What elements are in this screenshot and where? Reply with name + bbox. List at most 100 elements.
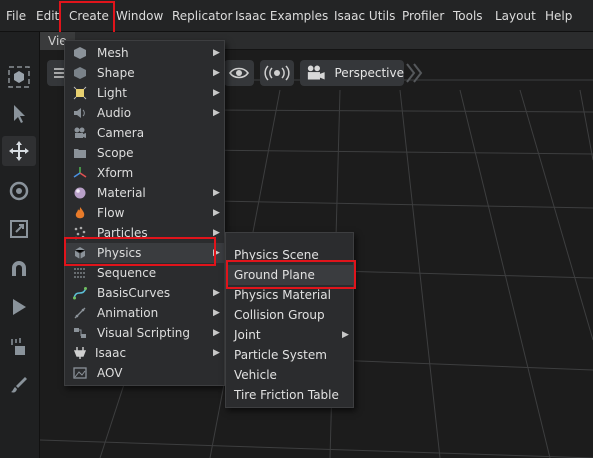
scope-folder-icon [73, 146, 87, 160]
menubar: File Edit Create Window Replicator Isaac… [0, 0, 593, 32]
submenu-arrow-icon: ▶ [213, 288, 220, 298]
submenu-arrow-icon: ▶ [213, 228, 220, 238]
toolbar-overflow-chevron-icon[interactable] [404, 62, 424, 84]
menu-item-scope[interactable]: Scope [65, 143, 224, 163]
menu-item-tire-friction-table[interactable]: Tire Friction Table [226, 385, 353, 405]
menu-item-label: Flow [97, 206, 125, 220]
menu-item-label: AOV [97, 366, 123, 380]
submenu-arrow-icon: ▶ [213, 68, 220, 78]
menu-item-sequence[interactable]: Sequence [65, 263, 224, 283]
menu-item-light[interactable]: Light ▶ [65, 83, 224, 103]
menu-item-label: Shape [97, 66, 135, 80]
select-mode-icon[interactable] [2, 62, 36, 92]
menu-item-physics[interactable]: Physics ▶ [65, 243, 224, 263]
menu-item-animation[interactable]: Animation ▶ [65, 303, 224, 323]
camera-icon [73, 126, 87, 140]
visibility-button[interactable] [224, 60, 254, 86]
menu-item-particle-system[interactable]: Particle System [226, 345, 353, 365]
submenu-arrow-icon: ▶ [213, 108, 220, 118]
menu-item-flow[interactable]: Flow ▶ [65, 203, 224, 223]
submenu-arrow-icon: ▶ [213, 88, 220, 98]
menu-file[interactable]: File [6, 0, 26, 32]
menu-item-joint[interactable]: Joint ▶ [226, 325, 353, 345]
menu-help[interactable]: Help [545, 0, 572, 32]
menu-item-label: Ground Plane [234, 268, 315, 282]
pointer-tool-icon[interactable] [2, 99, 36, 129]
menu-item-physics-material[interactable]: Physics Material [226, 285, 353, 305]
menu-item-label: Animation [97, 306, 159, 320]
physics-drop-icon[interactable] [2, 332, 36, 362]
menu-item-label: Visual Scripting [97, 326, 190, 340]
menu-item-camera[interactable]: Camera [65, 123, 224, 143]
menu-item-audio[interactable]: Audio ▶ [65, 103, 224, 123]
submenu-arrow-icon: ▶ [213, 208, 220, 218]
scale-tool-icon[interactable] [2, 214, 36, 244]
play-icon[interactable] [2, 292, 36, 322]
menu-item-label: Camera [97, 126, 145, 140]
create-menu: Mesh ▶ Shape ▶ Light ▶ Audio ▶ Camera Sc… [64, 40, 225, 386]
sequence-icon [73, 266, 87, 280]
material-icon [73, 186, 87, 200]
basis-curves-icon [73, 286, 87, 300]
menu-item-basiscurves[interactable]: BasisCurves ▶ [65, 283, 224, 303]
menu-tools[interactable]: Tools [453, 0, 483, 32]
menu-item-label: Collision Group [234, 308, 325, 322]
menu-item-material[interactable]: Material ▶ [65, 183, 224, 203]
mesh-icon [73, 46, 87, 60]
menu-item-ground-plane[interactable]: Ground Plane [226, 265, 353, 285]
menu-item-label: Tire Friction Table [234, 388, 339, 402]
camera-label: Perspective [334, 66, 405, 80]
broadcast-icon [264, 65, 290, 81]
paint-brush-icon[interactable] [2, 370, 36, 400]
broadcast-button[interactable] [260, 60, 294, 86]
menu-replicator[interactable]: Replicator [172, 0, 232, 32]
menu-item-label: Physics Scene [234, 248, 319, 262]
particles-icon [73, 226, 87, 240]
menu-item-xform[interactable]: Xform [65, 163, 224, 183]
rotate-tool-icon[interactable] [2, 176, 36, 206]
menu-profiler[interactable]: Profiler [402, 0, 444, 32]
menu-item-label: Physics [97, 246, 142, 260]
submenu-arrow-icon: ▶ [213, 308, 220, 318]
menu-item-collision-group[interactable]: Collision Group [226, 305, 353, 325]
submenu-arrow-icon: ▶ [342, 330, 349, 340]
menu-item-isaac[interactable]: Isaac ▶ [65, 343, 224, 363]
menu-item-label: Vehicle [234, 368, 277, 382]
submenu-arrow-icon: ▶ [213, 48, 220, 58]
menu-item-particles[interactable]: Particles ▶ [65, 223, 224, 243]
move-tool-icon[interactable] [2, 136, 36, 166]
camera-perspective-button[interactable]: Perspective [300, 60, 404, 86]
submenu-arrow-icon: ▶ [213, 348, 220, 358]
movie-camera-icon [307, 65, 325, 80]
menu-item-label: Mesh [97, 46, 129, 60]
menu-item-label: Isaac [95, 346, 127, 360]
menu-create[interactable]: Create [69, 0, 109, 32]
menu-item-shape[interactable]: Shape ▶ [65, 63, 224, 83]
physics-submenu: Physics Scene Ground Plane Physics Mater… [225, 232, 354, 408]
xform-icon [73, 166, 87, 180]
snap-magnet-icon[interactable] [2, 254, 36, 284]
menu-item-mesh[interactable]: Mesh ▶ [65, 43, 224, 63]
menu-item-label: BasisCurves [97, 286, 171, 300]
menu-item-visual-scripting[interactable]: Visual Scripting ▶ [65, 323, 224, 343]
menu-item-label: Material [97, 186, 146, 200]
menu-window[interactable]: Window [116, 0, 163, 32]
flow-icon [73, 206, 87, 220]
menu-item-label: Sequence [97, 266, 157, 280]
menu-edit[interactable]: Edit [36, 0, 59, 32]
shape-icon [73, 66, 87, 80]
menu-item-label: Xform [97, 166, 134, 180]
menu-isaac-utils[interactable]: Isaac Utils [334, 0, 395, 32]
aov-icon [73, 366, 87, 380]
visual-scripting-icon [73, 326, 87, 340]
menu-layout[interactable]: Layout [495, 0, 536, 32]
light-icon [73, 86, 87, 100]
menu-item-label: Light [97, 86, 127, 100]
menu-item-label: Audio [97, 106, 132, 120]
menu-item-aov[interactable]: AOV [65, 363, 224, 383]
menu-isaac-examples[interactable]: Isaac Examples [235, 0, 328, 32]
menu-item-physics-scene[interactable]: Physics Scene [226, 245, 353, 265]
animation-icon [73, 306, 87, 320]
menu-item-vehicle[interactable]: Vehicle [226, 365, 353, 385]
submenu-arrow-icon: ▶ [213, 328, 220, 338]
